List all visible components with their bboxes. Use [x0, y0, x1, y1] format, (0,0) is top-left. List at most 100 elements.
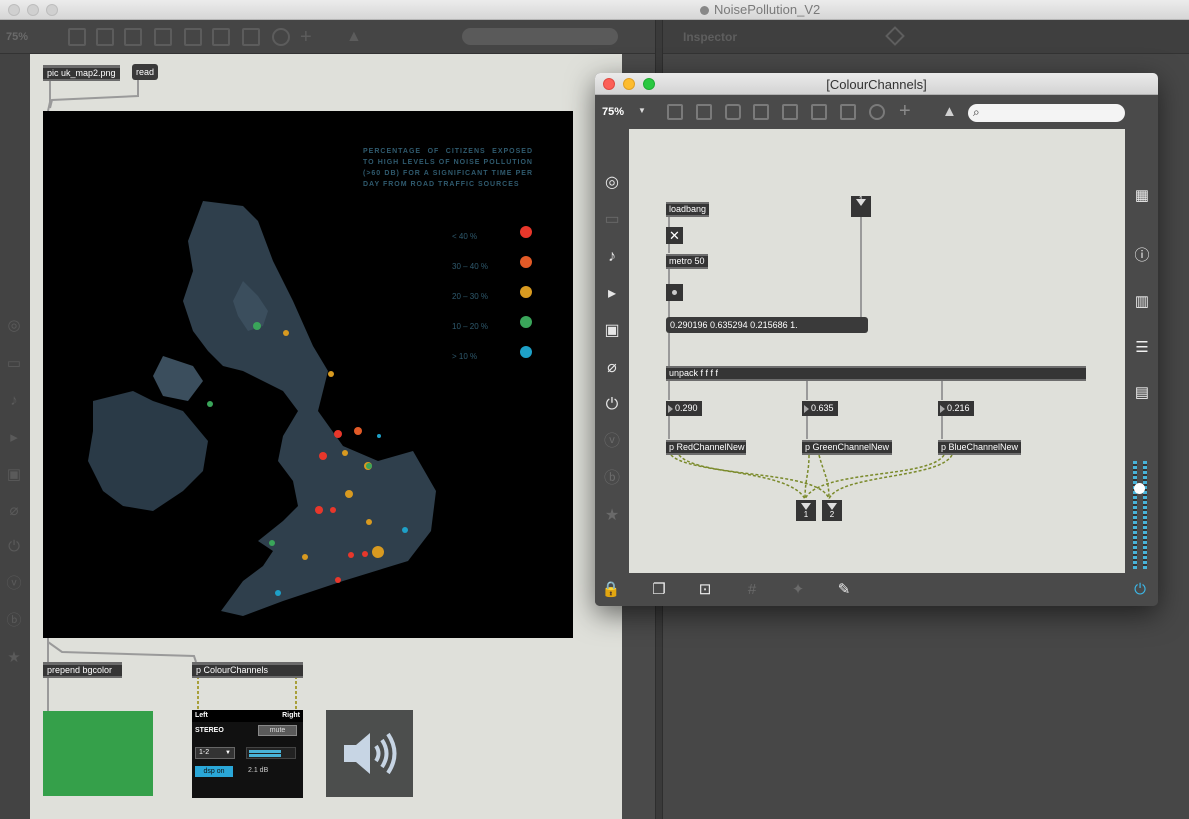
mute-button[interactable]: mute: [258, 725, 297, 736]
slider-icon[interactable]: [242, 28, 260, 46]
music-note-icon[interactable]: ♪: [6, 393, 22, 409]
dial-icon[interactable]: [869, 104, 885, 120]
image-icon[interactable]: ▣: [6, 467, 22, 483]
v-icon[interactable]: ⓥ: [602, 432, 622, 452]
number-green[interactable]: 0.635: [802, 401, 838, 416]
chevron-down-icon[interactable]: ▼: [638, 106, 646, 115]
star-icon[interactable]: ★: [6, 650, 22, 666]
play-icon[interactable]: [811, 104, 827, 120]
power-icon[interactable]: ⏻: [1130, 580, 1150, 600]
rgb-message-box[interactable]: 0.290196 0.635294 0.215686 1.: [666, 317, 868, 333]
minimize-button[interactable]: [27, 4, 39, 16]
unpack-object[interactable]: unpack f f f f: [666, 366, 1086, 381]
outlet-2[interactable]: 2: [822, 500, 842, 521]
target-icon[interactable]: ◎: [6, 318, 22, 334]
info-icon[interactable]: ⓘ: [1133, 247, 1151, 265]
paint-bucket-icon[interactable]: ▲: [346, 28, 362, 46]
book-icon[interactable]: ▥: [1133, 293, 1151, 311]
diamond-icon: [885, 26, 905, 46]
colour-channels-subpatch[interactable]: p ColourChannels: [192, 662, 303, 678]
wrench-icon[interactable]: ✎: [834, 580, 854, 600]
read-message[interactable]: read: [132, 64, 159, 80]
bang-dot-icon: [672, 290, 677, 295]
play-icon[interactable]: [212, 28, 230, 46]
red-channel-subpatch[interactable]: p RedChannelNew: [666, 440, 746, 455]
target-icon[interactable]: ◎: [602, 173, 622, 193]
dial-icon[interactable]: [272, 28, 290, 46]
add-icon[interactable]: +: [300, 26, 312, 49]
paint-bucket-icon[interactable]: ▲: [942, 103, 957, 120]
windows-icon[interactable]: ❐: [649, 580, 669, 600]
color-swatch[interactable]: [43, 711, 153, 796]
uk-noise-map: PERCENTAGE OF CITIZENS EXPOSED TO HIGH L…: [43, 111, 573, 638]
presentation-icon[interactable]: [667, 104, 683, 120]
main-titlebar: NoisePollution_V2: [0, 0, 1189, 20]
prepend-bgcolor-object[interactable]: prepend bgcolor: [43, 662, 122, 678]
toggle-icon[interactable]: [753, 104, 769, 120]
speaker-icon: [344, 732, 397, 775]
button-icon[interactable]: [184, 28, 202, 46]
plug-icon[interactable]: ⏻: [6, 539, 22, 555]
presentation-icon[interactable]: [68, 28, 86, 46]
grid-icon[interactable]: #: [742, 580, 762, 600]
add-icon[interactable]: +: [899, 100, 911, 123]
cc-titlebar: [ColourChannels]: [595, 73, 1158, 95]
channel-select[interactable]: 1-2 ▼: [195, 747, 235, 759]
message-icon[interactable]: [96, 28, 114, 46]
bang-button[interactable]: [666, 284, 683, 301]
loadbang-object[interactable]: loadbang: [666, 202, 710, 217]
speaker-toggle[interactable]: [326, 710, 413, 797]
snap-icon[interactable]: ✦: [788, 580, 808, 600]
volume-slider[interactable]: [1133, 461, 1149, 569]
message-icon[interactable]: [696, 104, 712, 120]
right-channel-label: Right: [282, 712, 300, 719]
plug-icon[interactable]: ⏻: [602, 395, 622, 415]
left-sidebar: ◎ ▭ ♪ ▸ ▣ ⌀ ⏻ ⓥ ⓑ ★: [0, 54, 30, 819]
zoom-level[interactable]: 75%: [6, 31, 28, 43]
ezdac-audio-output[interactable]: Left Right STEREO mute 1-2 ▼ dsp on 2.1 d…: [192, 710, 303, 798]
outlet-number: 2: [829, 510, 835, 519]
presentation-icon[interactable]: ⊡: [695, 580, 715, 600]
zoom-button[interactable]: [46, 4, 58, 16]
cc-search-input[interactable]: ⌕: [968, 104, 1125, 122]
comment-icon[interactable]: [124, 28, 142, 46]
number-blue[interactable]: 0.216: [938, 401, 974, 416]
green-channel-subpatch[interactable]: p GreenChannelNew: [802, 440, 892, 455]
map-city-markers: [207, 322, 408, 596]
outlet-1[interactable]: 1: [796, 500, 816, 521]
keyboard-icon[interactable]: ▭: [6, 356, 22, 372]
cc-left-sidebar: ◎ ▭ ♪ ▸ ▣ ⌀ ⏻ ⓥ ⓑ ★: [595, 129, 629, 573]
paperclip-icon[interactable]: ⌀: [6, 503, 22, 519]
number-red[interactable]: 0.290: [666, 401, 702, 416]
pic-object[interactable]: pic uk_map2.png: [43, 65, 120, 81]
button-icon[interactable]: [782, 104, 798, 120]
b-icon[interactable]: ⓑ: [602, 469, 622, 489]
colour-channels-window: [ColourChannels] 75% ▼ + ▲ ⌕ ◎ ▭ ♪ ▸ ▣ ⌀…: [595, 73, 1158, 606]
media-icon[interactable]: ▸: [6, 430, 22, 446]
close-button[interactable]: [8, 4, 20, 16]
media-icon[interactable]: ▸: [602, 284, 622, 304]
toggle-x-icon[interactable]: ✕: [666, 227, 683, 244]
slider-knob[interactable]: [1134, 483, 1145, 494]
star-icon[interactable]: ★: [602, 506, 622, 526]
search-input[interactable]: [462, 28, 618, 45]
metro-object[interactable]: metro 50: [666, 254, 708, 269]
dsp-on-button[interactable]: dsp on: [195, 766, 233, 777]
paperclip-icon[interactable]: ⌀: [602, 358, 622, 378]
inlet-object[interactable]: 1: [851, 196, 871, 217]
toggle-icon[interactable]: [154, 28, 172, 46]
music-note-icon[interactable]: ♪: [602, 247, 622, 267]
comment-icon[interactable]: [725, 104, 741, 120]
reference-icon[interactable]: ▤: [1133, 384, 1151, 402]
grid-icon[interactable]: ▦: [1133, 187, 1151, 205]
v-icon[interactable]: ⓥ: [6, 576, 22, 592]
slider-icon[interactable]: [840, 104, 856, 120]
cc-patcher-canvas[interactable]: loadbang ✕ metro 50 1 0.290196 0.635294 …: [629, 129, 1125, 573]
image-icon[interactable]: ▣: [602, 321, 622, 341]
lock-icon[interactable]: 🔒: [601, 580, 621, 600]
keyboard-icon[interactable]: ▭: [602, 210, 622, 230]
b-icon[interactable]: ⓑ: [6, 613, 22, 629]
blue-channel-subpatch[interactable]: p BlueChannelNew: [938, 440, 1021, 455]
list-icon[interactable]: ☰: [1133, 339, 1151, 357]
cc-zoom-level[interactable]: 75%: [602, 106, 624, 118]
